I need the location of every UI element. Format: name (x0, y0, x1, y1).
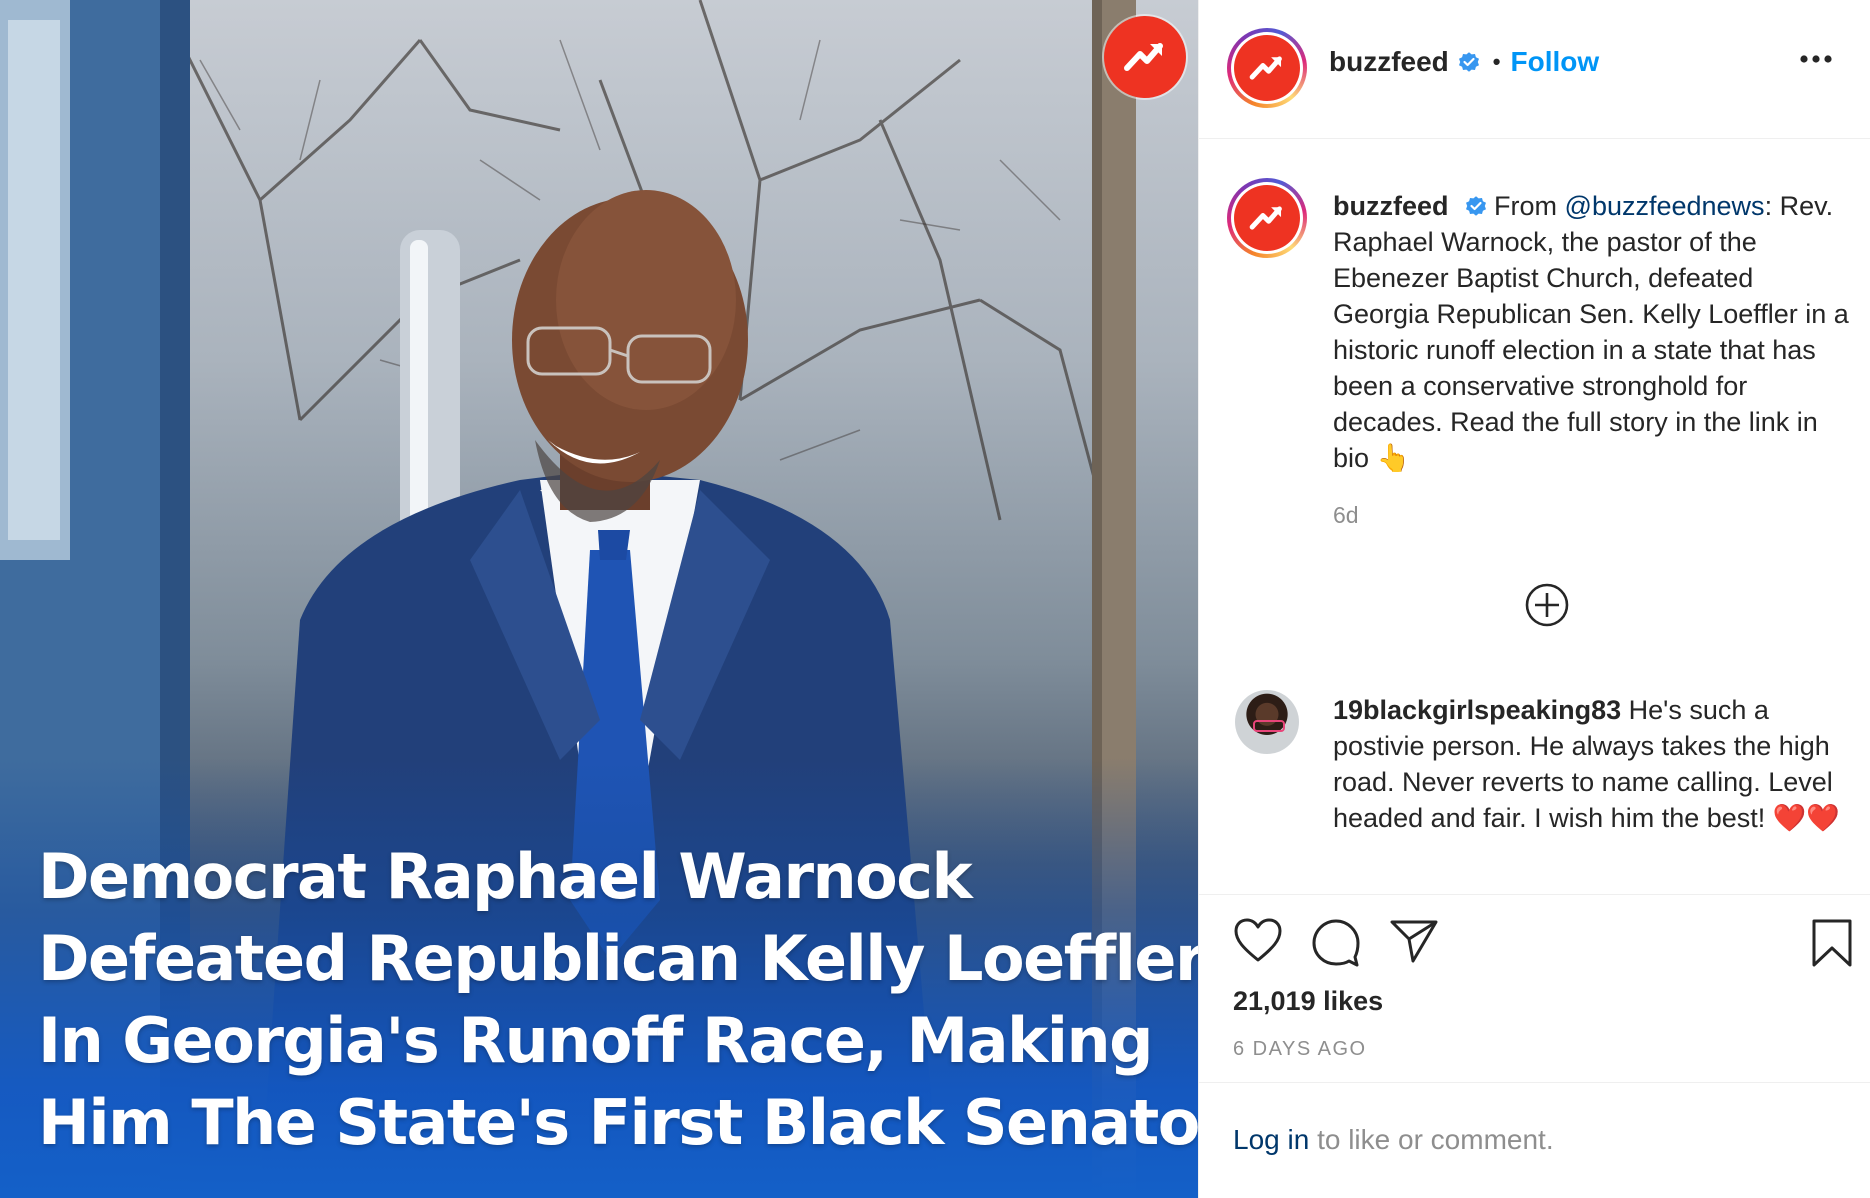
caption-mention-link[interactable]: @buzzfeednews (1565, 191, 1765, 221)
caption-timestamp[interactable]: 6d (1333, 502, 1359, 529)
verified-badge-icon (1466, 196, 1487, 216)
buzzfeed-logo-badge (1104, 16, 1186, 98)
header-separator: • (1492, 49, 1501, 74)
post-date[interactable]: 6 DAYS AGO (1233, 1038, 1367, 1061)
headline-line: Democrat Raphael Warnock (38, 840, 973, 913)
commenter-avatar[interactable] (1235, 690, 1299, 754)
login-link[interactable]: Log in (1233, 1124, 1309, 1155)
heart-icon[interactable] (1233, 918, 1283, 964)
headline-line: Him The State's First Black Senator (38, 1086, 1198, 1159)
comments-divider (1199, 894, 1870, 895)
caption-username[interactable]: buzzfeed (1333, 191, 1449, 221)
share-icon[interactable] (1389, 918, 1439, 964)
header-username[interactable]: buzzfeed (1329, 46, 1449, 78)
load-more-comments-icon[interactable] (1524, 582, 1570, 628)
header-divider (1199, 138, 1870, 139)
trending-arrow-icon (1249, 206, 1282, 230)
comment-item: 19blackgirlspeaking83 He's such a postiv… (1333, 692, 1853, 836)
profile-avatar[interactable] (1227, 28, 1307, 108)
trending-arrow-icon (1249, 56, 1282, 80)
trending-arrow-icon (1124, 43, 1163, 71)
likes-count[interactable]: 21,019 likes (1233, 986, 1383, 1017)
post-header: buzzfeed • Follow (1329, 46, 1599, 78)
post-caption: buzzfeed From @buzzfeednews: Rev. Raphae… (1333, 188, 1853, 476)
post-headline: Democrat Raphael Warnock Defeated Republ… (38, 836, 1198, 1164)
login-prompt-text: to like or comment. (1309, 1124, 1554, 1155)
post-image[interactable]: Democrat Raphael Warnock Defeated Republ… (0, 0, 1198, 1198)
headline-line: Defeated Republican Kelly Loeffler (38, 922, 1198, 995)
post-sidebar: buzzfeed • Follow buzzfeed From @buzzfee… (1198, 0, 1870, 1198)
caption-prefix: From (1494, 191, 1565, 221)
avatar-glasses (1253, 720, 1285, 732)
action-bar (1233, 918, 1853, 974)
follow-button[interactable]: Follow (1510, 46, 1599, 78)
verified-badge-icon (1458, 52, 1479, 72)
instagram-post-view: Democrat Raphael Warnock Defeated Republ… (0, 0, 1870, 1198)
comment-icon[interactable] (1311, 918, 1361, 968)
comment-username[interactable]: 19blackgirlspeaking83 (1333, 695, 1621, 725)
caption-avatar[interactable] (1227, 178, 1307, 258)
bookmark-icon[interactable] (1811, 918, 1853, 968)
headline-line: In Georgia's Runoff Race, Making (38, 1004, 1154, 1077)
footer-divider (1199, 1082, 1870, 1083)
caption-text: : Rev. Raphael Warnock, the pastor of th… (1333, 191, 1849, 473)
login-prompt: Log in to like or comment. (1233, 1124, 1554, 1156)
more-options-icon[interactable] (1799, 54, 1833, 64)
